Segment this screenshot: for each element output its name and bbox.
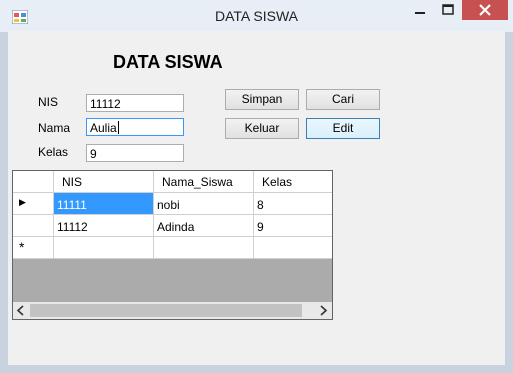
nis-field[interactable]: 11112 [86,94,184,112]
nama-value: Aulia [90,121,117,135]
column-header-nama-siswa[interactable]: Nama_Siswa [154,171,254,193]
text-caret [117,121,119,134]
row-header[interactable] [13,215,54,237]
table-cell[interactable]: 11111 [54,193,154,215]
new-row-header[interactable]: * [13,237,54,259]
grid-corner-header[interactable] [13,171,54,193]
nis-label: NIS [38,95,59,109]
kelas-value: 9 [90,147,97,161]
edit-button[interactable]: Edit [306,118,380,139]
simpan-button[interactable]: Simpan [225,89,299,110]
nama-field[interactable]: Aulia [86,118,184,136]
table-cell[interactable]: Adinda [154,215,254,237]
title-bar[interactable]: DATA SISWA [0,0,513,32]
table-cell[interactable]: 11112 [54,215,154,237]
nis-value: 11112 [90,97,121,111]
data-grid[interactable]: NIS Nama_Siswa Kelas ▶ 11111 nobi 8 1111… [12,170,333,320]
table-cell[interactable]: nobi [154,193,254,215]
column-header-kelas[interactable]: Kelas [254,171,332,193]
new-row-cell[interactable] [154,237,254,259]
maximize-icon[interactable] [434,0,462,20]
current-row-arrow-icon: ▶ [19,197,26,207]
new-row-icon: * [19,239,25,255]
minimize-icon[interactable] [406,0,434,20]
scroll-right-icon[interactable] [317,305,329,316]
kelas-field[interactable]: 9 [86,144,184,162]
table-cell[interactable]: 9 [254,215,332,237]
keluar-button[interactable]: Keluar [225,118,299,139]
kelas-label: Kelas [38,145,69,159]
new-row-cell[interactable] [254,237,332,259]
main-window: DATA SISWA DATA SISWA NIS Nama Kelas 111… [0,0,513,373]
scrollbar-thumb[interactable] [30,304,302,317]
scroll-left-icon[interactable] [15,305,27,316]
table-cell[interactable]: 8 [254,193,332,215]
form-heading: DATA SISWA [113,52,223,72]
nama-label: Nama [38,121,71,135]
new-row-cell[interactable] [54,237,154,259]
cari-button[interactable]: Cari [306,89,380,110]
column-header-nis[interactable]: NIS [54,171,154,193]
row-header[interactable]: ▶ [13,193,54,215]
close-icon[interactable] [462,0,508,20]
horizontal-scrollbar[interactable] [13,302,332,319]
